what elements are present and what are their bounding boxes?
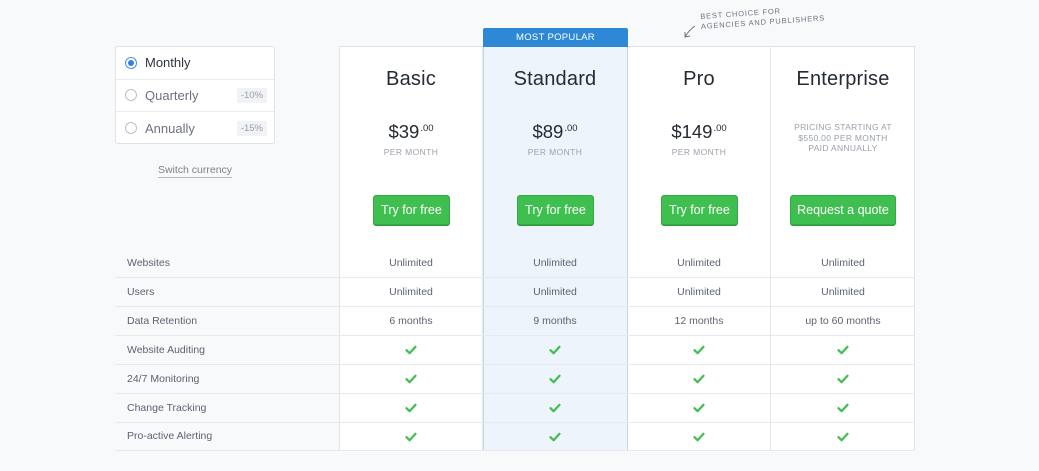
billing-option-monthly[interactable]: Monthly: [116, 47, 274, 80]
price-amount: $39: [388, 121, 420, 142]
request-quote-button[interactable]: Request a quote: [790, 195, 896, 225]
check-icon: [483, 365, 627, 394]
check-icon: [627, 336, 771, 365]
feature-value: Unlimited: [533, 257, 577, 269]
feature-label: Users: [127, 285, 155, 298]
feature-row: Pro-active Alerting: [115, 422, 915, 452]
feature-value: 12 months: [674, 314, 724, 327]
feature-value: Unlimited: [677, 285, 721, 298]
feature-value: Unlimited: [677, 257, 721, 269]
check-icon: [771, 365, 915, 394]
check-icon: [483, 422, 627, 451]
feature-label: 24/7 Monitoring: [127, 372, 200, 385]
radio-unchecked-icon[interactable]: [125, 122, 137, 135]
switch-currency-link[interactable]: Switch currency: [157, 164, 233, 178]
check-icon: [771, 336, 915, 365]
price-cents: .00: [564, 123, 578, 134]
radio-unchecked-icon[interactable]: [125, 89, 137, 102]
feature-value: 9 months: [533, 314, 577, 327]
price-cents: .00: [420, 123, 434, 134]
billing-option-label: Annually: [145, 120, 195, 136]
enterprise-pricing-note: PRICING STARTING AT $550.00 PER MONTH PA…: [794, 122, 892, 153]
annotation-note: Best choice for agencies and publishers: [700, 6, 826, 31]
feature-row: Change Tracking: [115, 394, 915, 423]
feature-value: Unlimited: [389, 285, 433, 298]
plan-name: Enterprise: [796, 68, 890, 90]
most-popular-badge: MOST POPULAR: [483, 28, 628, 47]
price-cents: .00: [713, 123, 727, 134]
discount-badge: -15%: [236, 120, 267, 136]
billing-period-selector: Monthly Quarterly -10% Annually -15%: [115, 46, 275, 144]
feature-value: up to 60 months: [805, 314, 881, 327]
price-period: PER MONTH: [671, 147, 727, 157]
switch-currency-container: Switch currency: [115, 164, 275, 178]
price-amount: $149: [671, 121, 713, 142]
check-icon: [627, 394, 771, 423]
feature-value: Unlimited: [821, 285, 865, 298]
check-icon: [771, 394, 915, 423]
plan-price: $149.00: [627, 121, 771, 143]
plan-price: $39.00: [339, 121, 483, 143]
price-amount: $89: [532, 121, 564, 142]
feature-label: Data Retention: [127, 314, 198, 327]
feature-label: Change Tracking: [127, 401, 207, 414]
billing-option-quarterly[interactable]: Quarterly -10%: [116, 80, 274, 113]
billing-option-label: Quarterly: [145, 87, 199, 103]
feature-label: Websites: [127, 257, 170, 269]
feature-row: 24/7 Monitoring: [115, 365, 915, 394]
billing-option-annually[interactable]: Annually -15%: [116, 112, 274, 145]
feature-row: Websites Unlimited Unlimited Unlimited Unlim…: [115, 249, 915, 278]
check-icon: [483, 336, 627, 365]
radio-checked-icon[interactable]: [125, 56, 137, 69]
check-icon: [627, 365, 771, 394]
try-for-free-button[interactable]: Try for free: [517, 195, 594, 225]
plan-name: Basic: [386, 68, 436, 90]
discount-badge: -10%: [236, 87, 267, 103]
feature-label: Pro-active Alerting: [127, 430, 213, 443]
check-icon: [483, 394, 627, 423]
feature-label: Website Auditing: [127, 343, 206, 356]
check-icon: [339, 365, 483, 394]
check-icon: [627, 422, 771, 451]
plan-name: Pro: [683, 68, 715, 90]
price-period: PER MONTH: [527, 147, 583, 157]
feature-value: Unlimited: [389, 257, 433, 269]
check-icon: [339, 394, 483, 423]
feature-value: 6 months: [389, 314, 433, 327]
feature-row: Data Retention 6 months 9 months 12 months u…: [115, 307, 915, 336]
plan-name: Standard: [513, 68, 597, 90]
price-period: PER MONTH: [383, 147, 439, 157]
check-icon: [339, 336, 483, 365]
try-for-free-button[interactable]: Try for free: [661, 195, 738, 225]
feature-value: Unlimited: [533, 285, 577, 298]
check-icon: [771, 422, 915, 451]
feature-row: Website Auditing: [115, 336, 915, 365]
check-icon: [339, 422, 483, 451]
plan-price: $89.00: [483, 121, 627, 143]
feature-value: Unlimited: [821, 257, 865, 269]
billing-option-label: Monthly: [145, 55, 191, 71]
try-for-free-button[interactable]: Try for free: [373, 195, 450, 225]
arrow-icon: [684, 25, 696, 38]
feature-row: Users Unlimited Unlimited Unlimited Unlimite…: [115, 278, 915, 307]
